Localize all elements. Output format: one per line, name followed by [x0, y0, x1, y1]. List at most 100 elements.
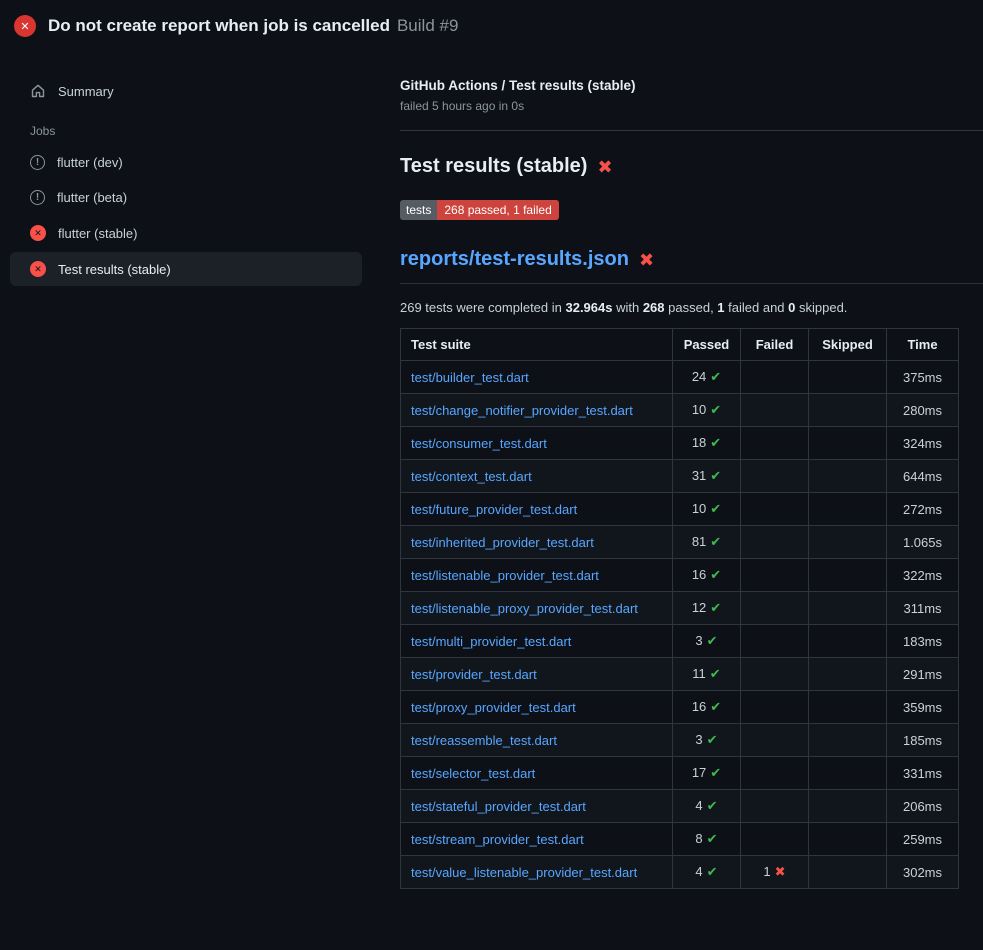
suite-link[interactable]: test/listenable_proxy_provider_test.dart: [411, 601, 638, 616]
page-title: Do not create report when job is cancell…: [48, 16, 390, 35]
failed-cell: [741, 526, 809, 559]
sidebar-item-summary[interactable]: Summary: [10, 74, 362, 108]
suite-link[interactable]: test/stateful_provider_test.dart: [411, 799, 586, 814]
time-cell: 302ms: [887, 856, 959, 889]
check-icon: ✔: [710, 369, 721, 384]
job-label: flutter (stable): [58, 226, 137, 241]
section-heading: Test results (stable) ✖: [400, 155, 983, 178]
check-icon: ✔: [707, 831, 718, 846]
suite-link[interactable]: test/selector_test.dart: [411, 766, 535, 781]
table-row: test/context_test.dart 31✔ 644ms: [401, 460, 959, 493]
time-cell: 331ms: [887, 757, 959, 790]
table-row: test/builder_test.dart 24✔ 375ms: [401, 361, 959, 394]
table-row: test/value_listenable_provider_test.dart…: [401, 856, 959, 889]
skipped-cell: [809, 361, 887, 394]
build-number: Build #9: [397, 16, 458, 35]
time-cell: 206ms: [887, 790, 959, 823]
failed-cell: [741, 625, 809, 658]
sidebar-item-flutter-beta[interactable]: ! flutter (beta): [10, 181, 362, 214]
failed-cell: [741, 790, 809, 823]
suite-link[interactable]: test/proxy_provider_test.dart: [411, 700, 576, 715]
failed-cell: [741, 394, 809, 427]
failed-status-icon: ✕: [30, 225, 46, 241]
time-cell: 291ms: [887, 658, 959, 691]
skipped-cell: [809, 691, 887, 724]
passed-cell: 18✔: [673, 427, 741, 460]
failed-cell: [741, 658, 809, 691]
failed-cell: [741, 559, 809, 592]
check-icon: ✔: [710, 699, 721, 714]
passed-cell: 24✔: [673, 361, 741, 394]
suite-link[interactable]: test/consumer_test.dart: [411, 436, 547, 451]
table-row: test/stateful_provider_test.dart 4✔ 206m…: [401, 790, 959, 823]
skipped-cell: [809, 856, 887, 889]
table-row: test/selector_test.dart 17✔ 331ms: [401, 757, 959, 790]
main-content: GitHub Actions / Test results (stable) f…: [372, 52, 983, 889]
suite-link[interactable]: test/value_listenable_provider_test.dart: [411, 865, 637, 880]
sidebar-item-flutter-dev[interactable]: ! flutter (dev): [10, 146, 362, 179]
table-row: test/reassemble_test.dart 3✔ 185ms: [401, 724, 959, 757]
summary-line: 269 tests were completed in 32.964s with…: [400, 300, 983, 315]
tests-badge: tests 268 passed, 1 failed: [400, 200, 559, 220]
check-icon: ✔: [710, 765, 721, 780]
skipped-cell: [809, 526, 887, 559]
sidebar-item-test-results-stable[interactable]: ✕ Test results (stable): [10, 252, 362, 286]
failed-cell: [741, 427, 809, 460]
skipped-cell: [809, 658, 887, 691]
suite-link[interactable]: test/stream_provider_test.dart: [411, 832, 584, 847]
check-icon: ✔: [710, 468, 721, 483]
col-header-time: Time: [887, 329, 959, 361]
time-cell: 322ms: [887, 559, 959, 592]
time-cell: 311ms: [887, 592, 959, 625]
jobs-section-label: Jobs: [30, 124, 372, 138]
sidebar-summary-label: Summary: [58, 84, 114, 99]
suite-link[interactable]: test/future_provider_test.dart: [411, 502, 577, 517]
table-row: test/consumer_test.dart 18✔ 324ms: [401, 427, 959, 460]
col-header-test-suite: Test suite: [401, 329, 673, 361]
table-row: test/proxy_provider_test.dart 16✔ 359ms: [401, 691, 959, 724]
suite-link[interactable]: test/multi_provider_test.dart: [411, 634, 571, 649]
suite-link[interactable]: test/listenable_provider_test.dart: [411, 568, 599, 583]
check-icon: ✔: [710, 534, 721, 549]
skipped-cell: [809, 757, 887, 790]
check-icon: ✔: [710, 501, 721, 516]
suite-link[interactable]: test/provider_test.dart: [411, 667, 537, 682]
job-label: flutter (beta): [57, 190, 127, 205]
report-file-link[interactable]: reports/test-results.json: [400, 248, 629, 271]
x-icon: ✖: [775, 864, 786, 879]
time-cell: 359ms: [887, 691, 959, 724]
passed-cell: 16✔: [673, 691, 741, 724]
suite-link[interactable]: test/inherited_provider_test.dart: [411, 535, 594, 550]
passed-cell: 11✔: [673, 658, 741, 691]
passed-cell: 17✔: [673, 757, 741, 790]
passed-cell: 81✔: [673, 526, 741, 559]
failed-cell: [741, 691, 809, 724]
skipped-cell: [809, 559, 887, 592]
failed-x-icon: ✖: [639, 251, 654, 269]
time-cell: 272ms: [887, 493, 959, 526]
suite-link[interactable]: test/change_notifier_provider_test.dart: [411, 403, 633, 418]
suite-link[interactable]: test/reassemble_test.dart: [411, 733, 557, 748]
skipped-cell: [809, 460, 887, 493]
passed-cell: 3✔: [673, 625, 741, 658]
time-cell: 375ms: [887, 361, 959, 394]
check-icon: ✔: [707, 798, 718, 813]
skipped-cell: [809, 427, 887, 460]
sidebar-item-flutter-stable[interactable]: ✕ flutter (stable): [10, 216, 362, 250]
breadcrumb: GitHub Actions / Test results (stable): [400, 78, 983, 93]
table-row: test/inherited_provider_test.dart 81✔ 1.…: [401, 526, 959, 559]
failed-cell: [741, 361, 809, 394]
time-cell: 644ms: [887, 460, 959, 493]
table-row: test/provider_test.dart 11✔ 291ms: [401, 658, 959, 691]
table-header-row: Test suite Passed Failed Skipped Time: [401, 329, 959, 361]
table-row: test/change_notifier_provider_test.dart …: [401, 394, 959, 427]
badge-value: 268 passed, 1 failed: [437, 200, 558, 220]
time-cell: 185ms: [887, 724, 959, 757]
suite-link[interactable]: test/builder_test.dart: [411, 370, 529, 385]
suite-link[interactable]: test/context_test.dart: [411, 469, 532, 484]
divider: [400, 130, 983, 131]
skipped-cell: [809, 625, 887, 658]
skipped-cell: [809, 724, 887, 757]
skipped-cell: [809, 394, 887, 427]
table-row: test/listenable_provider_test.dart 16✔ 3…: [401, 559, 959, 592]
